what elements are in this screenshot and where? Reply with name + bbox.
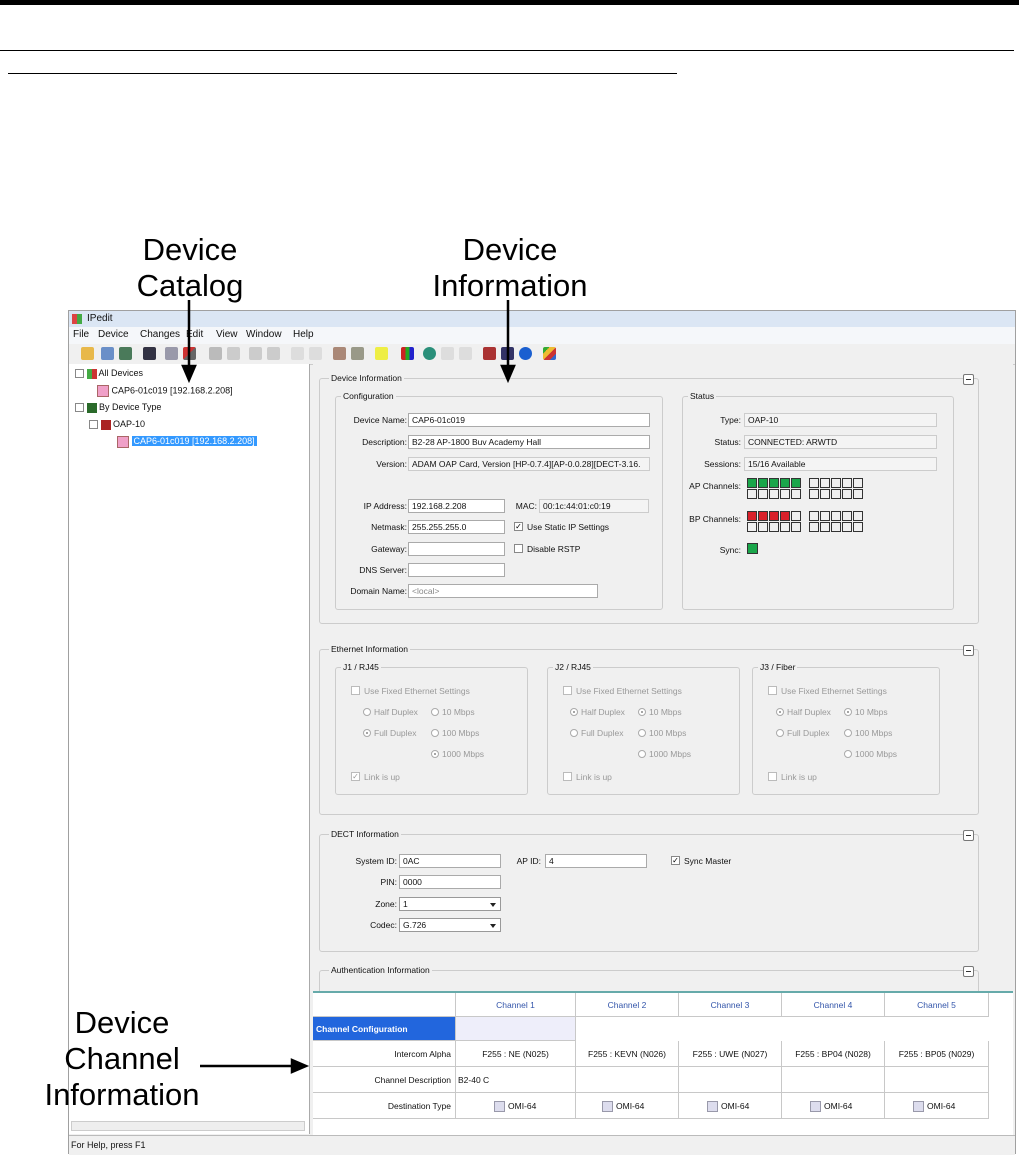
arrow-head-information xyxy=(500,364,516,384)
callout-arrows xyxy=(181,300,516,1074)
arrow-channel xyxy=(200,1058,310,1074)
arrow-information xyxy=(500,300,516,384)
arrow-head-channel xyxy=(290,1058,310,1074)
arrow-head-catalog xyxy=(181,364,197,384)
arrow-catalog xyxy=(181,300,197,384)
